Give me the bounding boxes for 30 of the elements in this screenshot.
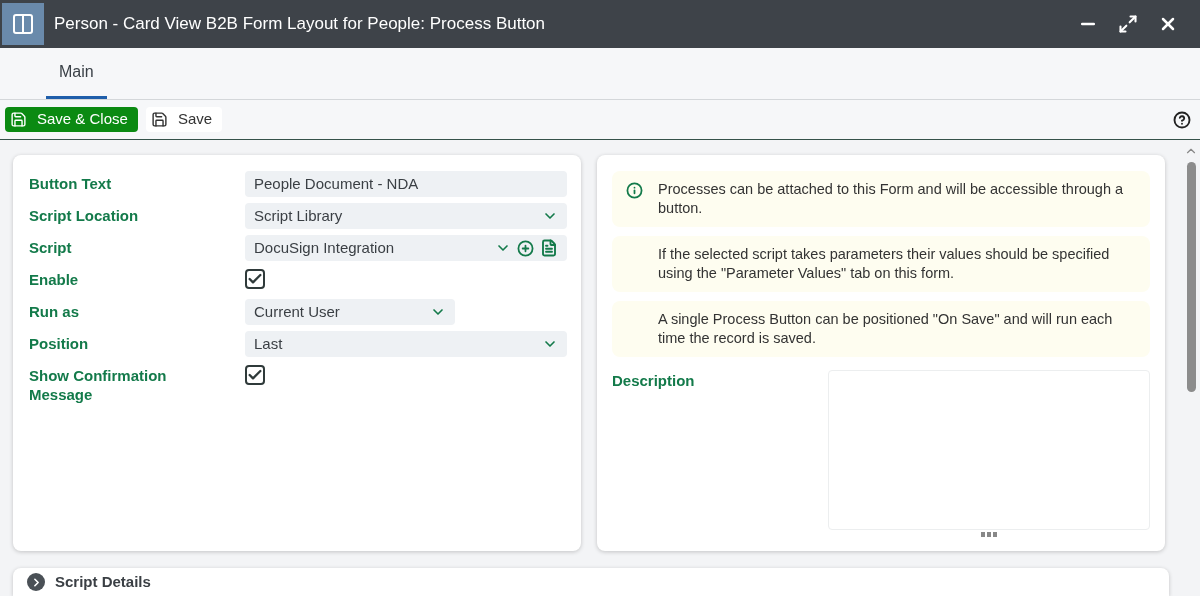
note-text: If the selected script takes parameters their values should be specified using the "Parameter Values" tab on this form. — [658, 245, 1111, 283]
document-icon[interactable] — [540, 239, 558, 257]
maximize-icon[interactable] — [1118, 14, 1138, 34]
checkbox[interactable] — [245, 269, 265, 289]
resize-handle-icon[interactable] — [981, 532, 997, 537]
note-text: A single Process Button can be positioned "On Save" and will run each time the record is saved. — [658, 310, 1114, 348]
dropdown-field[interactable]: DocuSign Integration — [245, 235, 567, 261]
field-label: Script Location — [29, 206, 140, 225]
field-label: Description — [612, 371, 696, 391]
dropdown-field[interactable]: Last — [245, 331, 567, 357]
field-label: Enable — [29, 270, 80, 289]
section-title[interactable]: Script Details — [55, 570, 151, 594]
plus-circle-icon[interactable] — [517, 239, 534, 257]
save-and-close-button[interactable]: Save & Close — [5, 107, 138, 132]
field-label: Script — [29, 238, 73, 257]
help-icon[interactable] — [1173, 110, 1191, 129]
panel-layout-icon[interactable] — [2, 3, 44, 45]
field-label: Button Text — [29, 174, 113, 193]
checkbox[interactable] — [245, 365, 265, 385]
text-field[interactable]: People Document - NDA — [245, 171, 567, 197]
save-button[interactable]: Save — [145, 107, 223, 132]
note-text: Processes can be attached to this Form and will be accessible through a button. — [658, 180, 1125, 218]
field-label: Run as — [29, 302, 80, 321]
field-label: Position — [29, 334, 90, 353]
field-label: Show Confirmation Message — [29, 366, 168, 404]
dropdown-field[interactable]: Script Library — [245, 203, 567, 229]
window-title: Person - Card View B2B Form Layout for People: Process Button — [54, 13, 547, 36]
expand-icon[interactable] — [27, 573, 45, 591]
dropdown-field[interactable]: Current User — [245, 299, 455, 325]
info-icon — [626, 182, 643, 199]
